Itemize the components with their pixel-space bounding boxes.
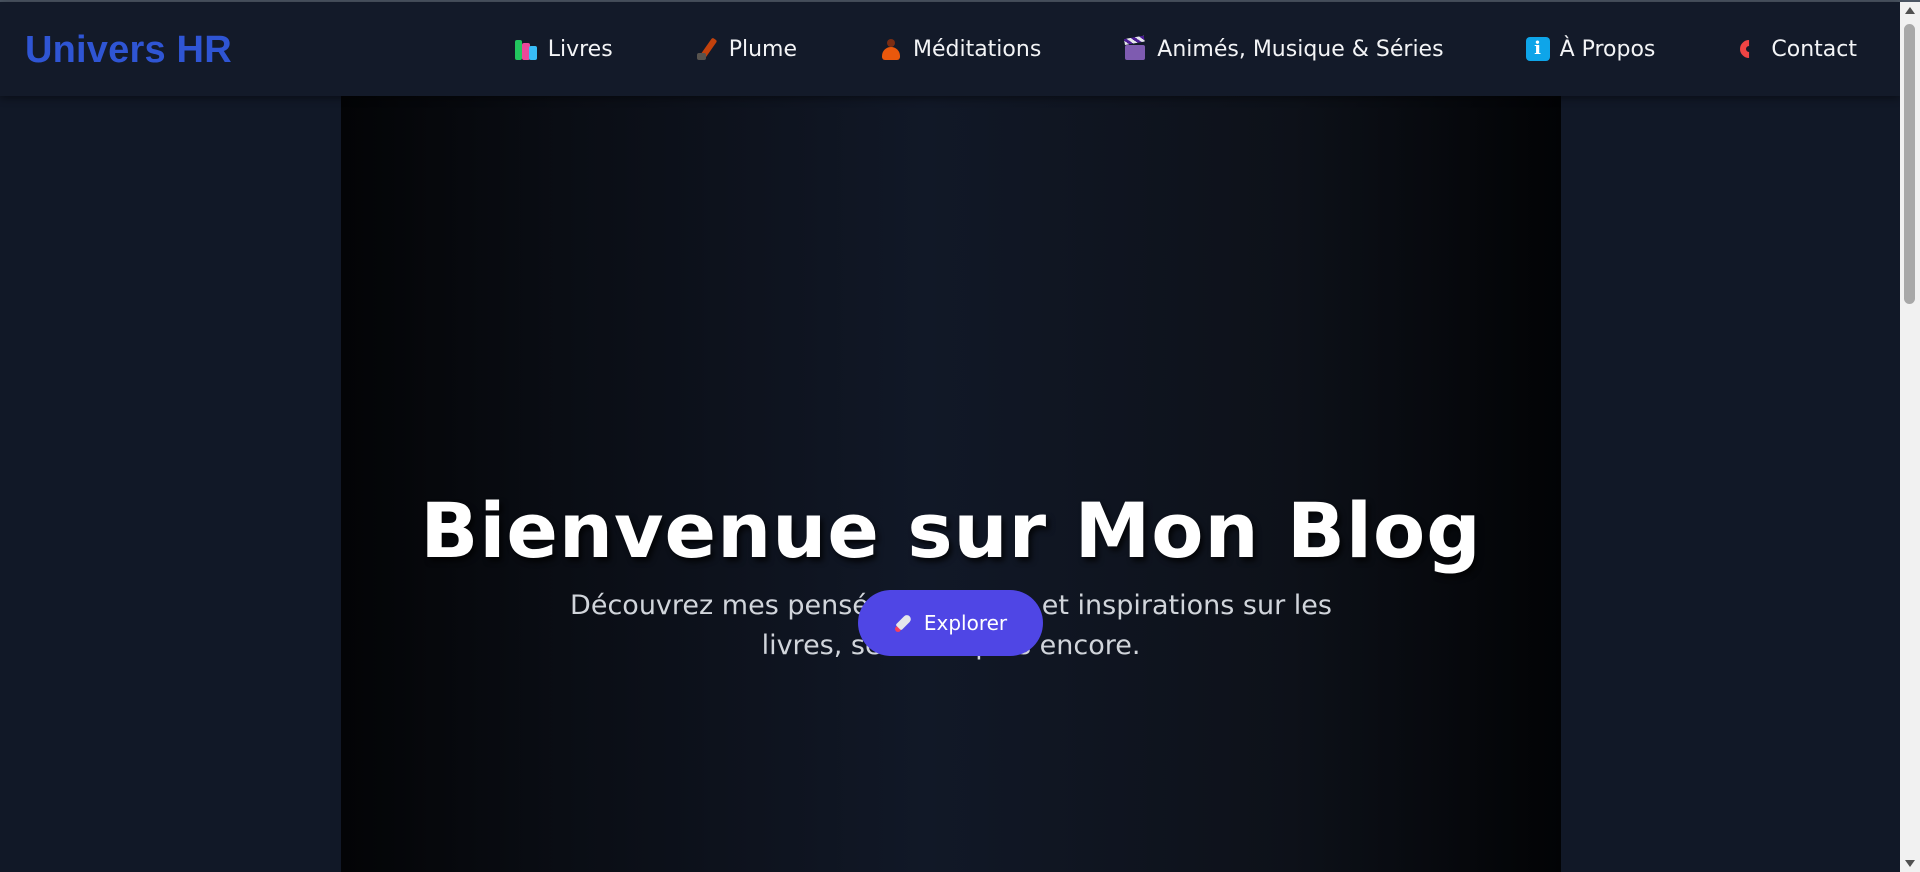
clapper-board-icon (1123, 35, 1147, 61)
scroll-up-arrow-icon[interactable] (1905, 7, 1915, 14)
rocket-icon (894, 613, 914, 633)
hero-section: Bienvenue sur Mon Blog Découvrez mes pen… (341, 96, 1561, 872)
info-icon: i (1525, 37, 1550, 61)
nav-item-label: À Propos (1559, 36, 1656, 62)
nav-item-a-propos[interactable]: i À Propos (1525, 36, 1656, 62)
nav-item-animes-musique-series[interactable]: Animés, Musique & Séries (1123, 35, 1444, 62)
hero-title: Bienvenue sur Mon Blog (420, 486, 1482, 575)
nav-item-label: Plume (728, 36, 797, 62)
pen-icon (695, 37, 719, 61)
meditation-icon (879, 37, 903, 61)
navbar: Univers HR Livres Plume Méditations Anim… (0, 2, 1900, 96)
nav-item-livres[interactable]: Livres (514, 37, 613, 62)
scroll-down-arrow-icon[interactable] (1905, 860, 1915, 867)
books-icon (514, 37, 538, 61)
nav-item-meditations[interactable]: Méditations (879, 37, 1041, 62)
nav-item-label: Méditations (912, 36, 1042, 62)
nav-item-plume[interactable]: Plume (695, 37, 797, 62)
scrollbar-thumb[interactable] (1904, 24, 1915, 304)
nav-item-label: Livres (547, 36, 613, 62)
vertical-scrollbar[interactable] (1900, 2, 1920, 872)
nav-item-label: Contact (1771, 36, 1857, 62)
nav-item-contact[interactable]: Contact (1736, 36, 1857, 62)
explore-button[interactable]: Explorer (858, 590, 1043, 656)
site-logo[interactable]: Univers HR (25, 29, 232, 72)
phone-icon (1736, 36, 1763, 62)
nav-item-label: Animés, Musique & Séries (1157, 36, 1444, 62)
nav-links: Livres Plume Méditations Animés, Musique… (514, 2, 1857, 96)
explore-button-label: Explorer (923, 611, 1008, 635)
